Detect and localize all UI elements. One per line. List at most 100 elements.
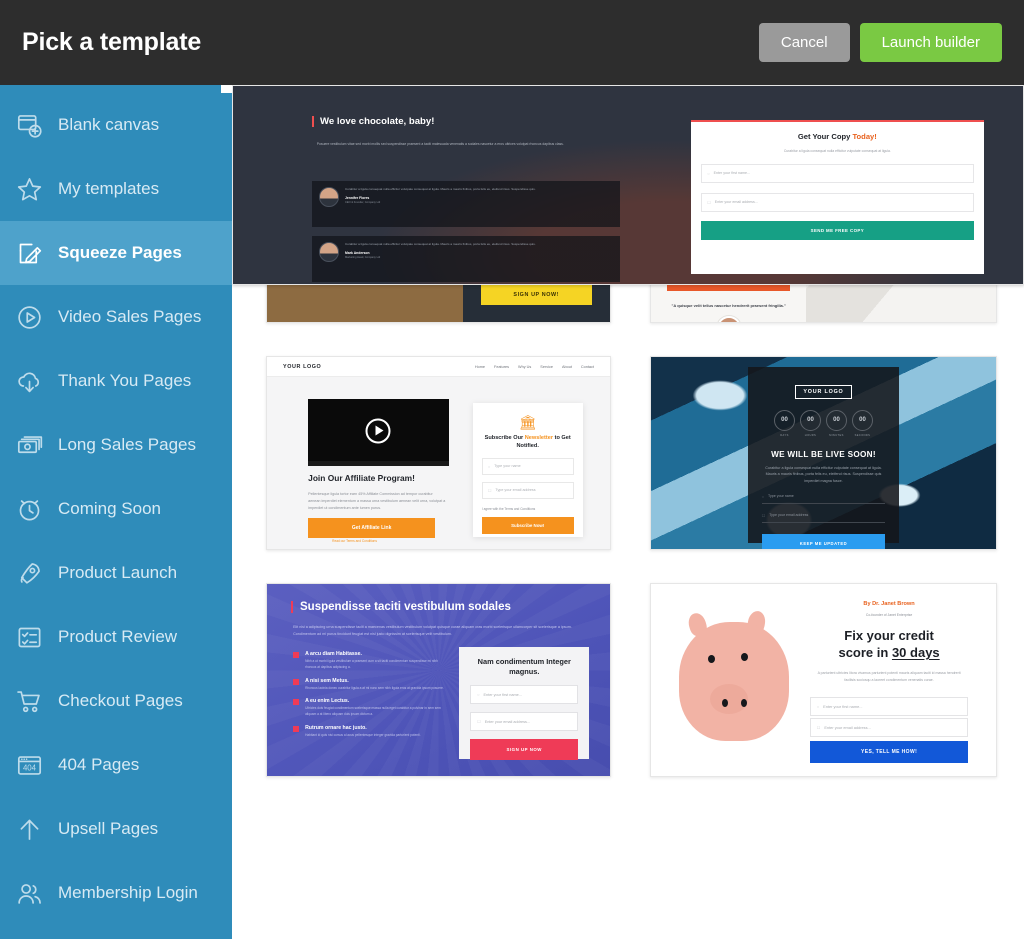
name-placeholder: Enter your first name... [483, 692, 522, 697]
new-page-icon [14, 110, 44, 140]
user-icon: ○ [707, 170, 710, 176]
testimonial-quote: "A quisque velit tellus nascetur hendrer… [671, 303, 786, 309]
keep-updated-button[interactable]: KEEP ME UPDATED [761, 533, 886, 549]
sidebar-item-blank-canvas[interactable]: Blank canvas [0, 93, 232, 157]
sidebar-item-label: Long Sales Pages [58, 435, 196, 454]
envelope-icon: ☐ [761, 512, 766, 518]
name-field[interactable]: ○Enter your first name... [701, 163, 974, 183]
signup-button[interactable]: SIGN UP NOW [470, 739, 579, 761]
name-field[interactable]: ○Enter your first name... [470, 685, 579, 705]
logo-text: YOUR LOGO [283, 363, 322, 370]
name-placeholder: Type your name [768, 494, 794, 499]
email-field[interactable]: ☐Enter your email address... [809, 718, 969, 738]
bank-icon: 🏛 [518, 414, 537, 431]
template-card-we-love-chocolate[interactable]: We love chocolate, baby! Posuere vestibu… [232, 85, 1024, 285]
benefit-text: Habitant id quis nisl cursus a lacus pel… [305, 733, 421, 738]
card-headline: Subscribe Our Newsletter to Get Notified… [484, 435, 571, 449]
headline-line2: score in [838, 645, 889, 661]
terms-note[interactable]: Read our Terms and Conditions [332, 539, 377, 543]
countdown-label: HOURS [804, 433, 817, 437]
countdown-label: MINUTES [829, 433, 844, 437]
sidebar-item-product-review[interactable]: Product Review [0, 605, 232, 669]
countdown-value: 00 [851, 409, 873, 431]
envelope-icon: ☐ [487, 487, 492, 493]
rocket-icon [14, 558, 44, 588]
email-field[interactable]: ☐ Type your email address [761, 512, 886, 523]
sidebar-item-squeeze-pages[interactable]: Squeeze Pages [0, 221, 232, 285]
template-card-suspendisse-purple[interactable]: Suspendisse taciti vestibulum sodales El… [266, 583, 611, 777]
name-field[interactable]: ○ Type your name [481, 457, 574, 475]
cta-button[interactable]: YES, TELL ME HOW! [809, 741, 969, 764]
benefit-title: A nisi sem Metus. [305, 677, 349, 684]
launch-builder-button[interactable]: Launch builder [859, 23, 1002, 62]
piggy-nostril-left [721, 699, 728, 708]
play-icon[interactable] [365, 418, 391, 444]
countdown-value: 00 [825, 409, 847, 431]
nav-links: Home Features Why Us Service About Contact [475, 365, 594, 369]
sidebar-item-thank-you-pages[interactable]: Thank You Pages [0, 349, 232, 413]
arrow-up-icon [14, 814, 44, 844]
template-gallery: YOUR LOGO Consectetuer dolor sit amet a … [232, 85, 1024, 939]
email-field[interactable]: ☐ Type your email address [481, 481, 574, 499]
sidebar-item-label: 404 Pages [58, 755, 140, 774]
sidebar-item-product-launch[interactable]: Product Launch [0, 541, 232, 605]
testimonial-text: Curabitur a ligula consequat nulla effic… [345, 242, 536, 247]
sidebar-notch [221, 85, 232, 93]
video-player[interactable] [308, 399, 449, 467]
sidebar-item-label: Membership Login [58, 883, 198, 902]
paragraph-text: Curabitur a ligula consequat nulla effic… [765, 465, 882, 483]
subscribe-button[interactable]: Subscribe Now! [481, 516, 574, 534]
email-field[interactable]: ☐Enter your email address... [470, 712, 579, 732]
name-placeholder: Enter your first name... [713, 171, 750, 176]
nav-link[interactable]: Features [494, 365, 509, 369]
template-card-fix-credit-score-piggy[interactable]: By Dr. Janet Brown Co-founder of Janet E… [650, 583, 997, 777]
user-icon: ○ [816, 704, 820, 710]
countdown-label: DAYS [780, 433, 789, 437]
signup-button[interactable]: SIGN UP NOW! [480, 285, 592, 306]
sidebar-item-video-sales-pages[interactable]: Video Sales Pages [0, 285, 232, 349]
sidebar-item-404-pages[interactable]: 404 404 Pages [0, 733, 232, 797]
template-card-affiliate-program-video[interactable]: YOUR LOGO Home Features Why Us Service About… [266, 356, 611, 550]
testimonial-name: Mark Anderson [345, 251, 370, 256]
cloud-download-icon [14, 366, 44, 396]
email-placeholder: Type your email address [769, 513, 809, 518]
benefit-text: Nibh a ut morbi ligula vestibulum a prae… [305, 659, 438, 669]
template-card-coming-soon-ocean[interactable]: YOUR LOGO 00 DAYS 00 HOURS 00 MINUTES 00 SE… [650, 356, 997, 550]
sidebar-item-checkout-pages[interactable]: Checkout Pages [0, 669, 232, 733]
name-field[interactable]: ○Enter your first name... [809, 697, 969, 717]
benefit-title: A eu enim Lectus. [305, 698, 350, 705]
cancel-button[interactable]: Cancel [758, 23, 850, 62]
byline-text: By Dr. Janet Brown [863, 601, 915, 608]
nav-link[interactable]: Home [475, 365, 485, 369]
benefit-item: A nisi sem Metus. Rhoncus lacinia donec … [293, 678, 444, 692]
sidebar-item-coming-soon[interactable]: Coming Soon [0, 477, 232, 541]
name-placeholder: Enter your first name... [823, 704, 863, 710]
card-headline: Get Your Copy Today! [797, 131, 877, 141]
sidebar-item-upsell-pages[interactable]: Upsell Pages [0, 797, 232, 861]
nav-link[interactable]: About [562, 365, 572, 369]
testimonial-card: Curabitur a ligula consequat nulla effic… [312, 181, 621, 227]
headline-line1: Fix your credit [844, 628, 934, 644]
headline-underline: 30 days [891, 645, 940, 661]
affiliate-link-button[interactable]: Get Affiliate Link [308, 518, 436, 539]
countdown-timer: 00 DAYS 00 HOURS 00 MINUTES 00 SECONDS [762, 409, 886, 437]
user-icon: ○ [487, 463, 491, 469]
nav-link[interactable]: Contact [581, 365, 594, 369]
sidebar-item-my-templates[interactable]: My templates [0, 157, 232, 221]
benefit-text: Rhoncus lacinia donec curabitur ligula a… [305, 685, 444, 690]
bullet-square-icon [293, 678, 300, 685]
video-controls[interactable] [308, 461, 449, 467]
sidebar-item-membership-login[interactable]: Membership Login [0, 861, 232, 925]
sidebar-item-long-sales-pages[interactable]: Long Sales Pages [0, 413, 232, 477]
checklist-icon [14, 622, 44, 652]
sidebar: Blank canvas My templates Squeeze Pages Vid… [0, 85, 232, 939]
newsletter-card: 🏛 Subscribe Our Newsletter to Get Notifi… [472, 403, 583, 538]
sidebar-item-label: Product Launch [58, 563, 178, 582]
send-copy-button[interactable]: SEND ME FREE COPY [701, 220, 974, 240]
name-field[interactable]: ○ Type your name [761, 494, 886, 504]
nav-link[interactable]: Why Us [518, 365, 531, 369]
testimonial-card: Curabitur a ligula consequat nulla effic… [312, 236, 621, 282]
email-field[interactable]: ☐Enter your email address... [701, 192, 974, 212]
nav-link[interactable]: Service [540, 365, 553, 369]
star-icon [14, 174, 44, 204]
